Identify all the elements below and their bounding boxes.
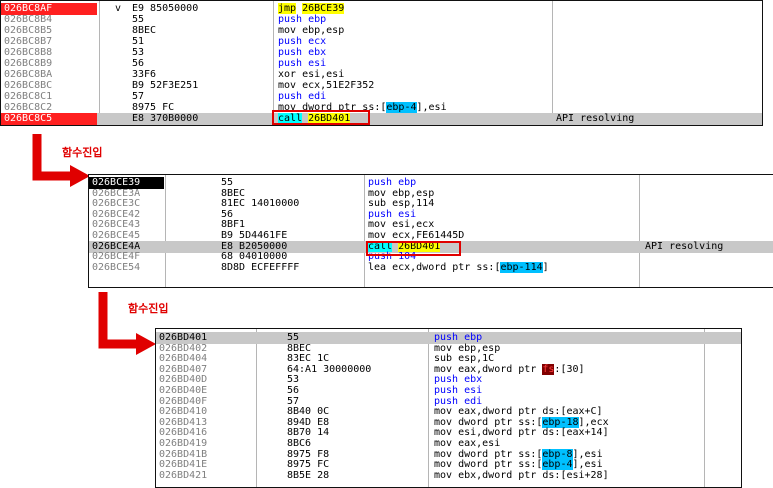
instruction-token: mov eax,esi <box>434 438 501 449</box>
disasm-row[interactable]: 026BD421 8B5E 28 mov ebx,dword ptr ds:[esi… <box>156 470 741 482</box>
instruction-token: ],esi <box>572 459 603 471</box>
instruction-token: push esi <box>368 208 417 220</box>
instruction-token: mov dword ptr <box>434 416 519 428</box>
instruction-token: ss: <box>518 459 537 471</box>
bytes-cell: 8D8D ECFEFFFF <box>221 261 300 273</box>
instruction-token: push esi <box>434 385 483 396</box>
instruction-token: ],esi <box>572 448 603 460</box>
instruction-token: ],ecx <box>578 416 609 428</box>
instruction-token: mov ecx,51E2F352 <box>278 80 375 91</box>
instruction-token: ebp-114 <box>500 261 543 273</box>
disassembly-cell: mov ebx,dword ptr ds:[esi+28] <box>434 470 609 482</box>
instruction-token: push esi <box>278 58 327 69</box>
instruction-token: push ebp <box>368 177 417 188</box>
instruction-token: mov ebx,dword ptr <box>434 469 543 481</box>
instruction-token: mov eax,dword ptr <box>434 363 543 375</box>
instruction-token: push ebx <box>434 374 483 386</box>
instruction-token: mov ebp,esp <box>434 342 501 354</box>
instruction-token: push edi <box>434 395 483 407</box>
instruction-token: push edi <box>278 91 327 102</box>
disasm-panel-1[interactable]: 026BC8AF v E9 85050000 jmp 26BCE39 026BC8B4 5… <box>0 0 763 126</box>
disasm-row[interactable]: 026BCE54 8D8D ECFEFFFF lea ecx,dword ptr s… <box>89 261 773 274</box>
instruction-token: fs <box>542 363 555 375</box>
instruction-token: ebp-4 <box>542 459 573 471</box>
instruction-token: push ebp <box>278 14 327 25</box>
instruction-token: push ebp <box>434 332 483 343</box>
instruction-token: mov ecx,FE61445D <box>368 230 465 241</box>
instruction-token: [eax+C] <box>560 406 603 418</box>
instruction-token: ebp-18 <box>542 416 579 428</box>
instruction-token: ds: <box>542 469 561 481</box>
instruction-token: jmp <box>278 3 297 14</box>
instruction-token: lea ecx,dword ptr <box>368 261 477 273</box>
instruction-token: mov esi,ecx <box>368 219 435 231</box>
address-cell[interactable]: 026BD421 <box>156 470 255 482</box>
address-cell[interactable]: 026BC8C5 <box>1 113 97 125</box>
instruction-token: mov dword ptr <box>434 459 519 471</box>
instruction-token: 26BCE39 <box>302 3 345 14</box>
instruction-token: :[30] <box>554 363 585 375</box>
disasm-panel-2[interactable]: 026BCE39 55 push ebp 026BCE3A 8BEC mov ebp,es… <box>88 174 773 288</box>
instruction-token: ss: <box>476 261 495 273</box>
instruction-token: push ebx <box>278 47 327 58</box>
instruction-token: ss: <box>518 416 537 428</box>
instruction-token: push ecx <box>278 36 327 47</box>
instruction-token: ebp-8 <box>542 448 573 460</box>
instruction-token: mov eax,dword ptr <box>434 406 543 418</box>
instruction-token: [eax+14] <box>560 427 609 439</box>
disasm-row[interactable]: 026BC8C5 E8 370B0000 call 26BD401 API resol… <box>1 113 762 125</box>
call-highlight-box <box>366 241 461 256</box>
arrow-label-2: 함수진입 <box>128 302 169 315</box>
instruction-token: ],esi <box>416 102 447 113</box>
address-cell[interactable]: 026BCE54 <box>89 262 164 274</box>
instruction-token: ds: <box>542 406 561 418</box>
instruction-token: ds: <box>542 427 561 439</box>
instruction-token: sub esp,114 <box>368 198 435 210</box>
comment-cell: API resolving <box>556 113 635 124</box>
disassembly-cell: lea ecx,dword ptr ss:[ebp-114] <box>368 261 549 274</box>
instruction-token: ebp-4 <box>386 102 417 113</box>
instruction-token: ] <box>542 261 549 273</box>
instruction-token: sub esp,1C <box>434 353 495 365</box>
arrow-label-1: 함수진입 <box>62 146 103 159</box>
bytes-cell: E8 370B0000 <box>132 113 199 124</box>
instruction-token: [esi+28] <box>560 469 609 481</box>
instruction-token: mov esi,dword ptr <box>434 427 543 439</box>
disasm-panel-3[interactable]: 026BD401 55 push ebp 026BD402 8BEC mov ebp,es… <box>155 328 742 488</box>
instruction-token: ss: <box>518 448 537 460</box>
instruction-token: mov dword ptr <box>434 448 519 460</box>
instruction-token: mov ebp,esp <box>278 25 345 36</box>
instruction-token: mov ebp,esp <box>368 187 435 199</box>
instruction-token: xor esi,esi <box>278 69 345 80</box>
bytes-cell: 8B5E 28 <box>287 469 330 481</box>
call-highlight-box <box>272 110 370 125</box>
